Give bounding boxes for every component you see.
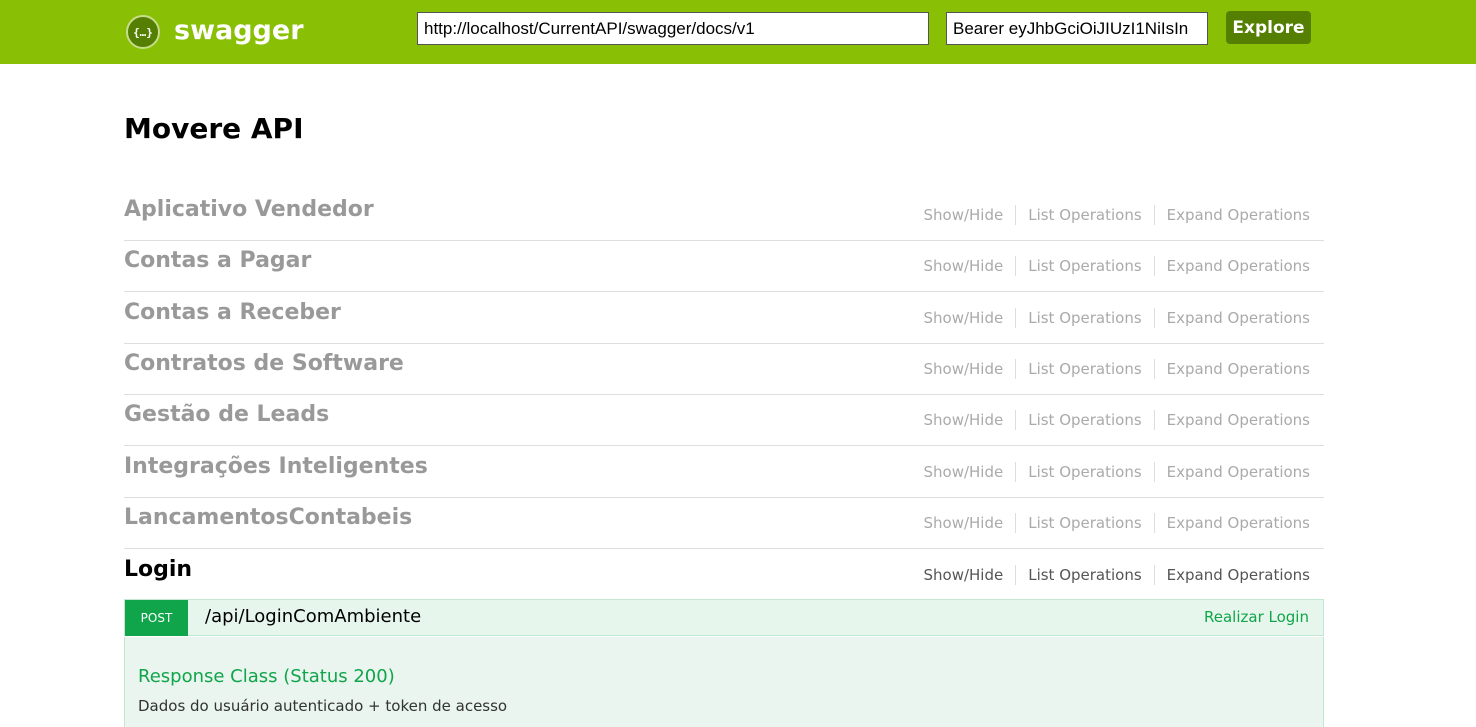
expand-operations-link[interactable]: Expand Operations [1155, 205, 1310, 225]
resource-operations: Show/Hide List Operations Expand Operati… [911, 205, 1310, 225]
resource-contas-a-pagar: Contas a Pagar Show/Hide List Operations… [124, 240, 1324, 292]
show-hide-link[interactable]: Show/Hide [911, 410, 1017, 430]
swagger-logo-icon[interactable]: {…} [126, 15, 160, 49]
resource-name[interactable]: Gestão de Leads [124, 402, 329, 427]
expand-operations-link[interactable]: Expand Operations [1155, 410, 1310, 430]
endpoint-heading[interactable]: POST /api/LoginComAmbiente Realizar Logi… [124, 599, 1324, 636]
resource-name[interactable]: Integrações Inteligentes [124, 454, 428, 479]
resource-gestao-de-leads: Gestão de Leads Show/Hide List Operation… [124, 394, 1324, 446]
resource-name[interactable]: Login [124, 557, 192, 582]
resource-name[interactable]: LancamentosContabeis [124, 505, 412, 530]
endpoint-path[interactable]: /api/LoginComAmbiente [205, 606, 421, 627]
expand-operations-link[interactable]: Expand Operations [1155, 308, 1310, 328]
list-operations-link[interactable]: List Operations [1016, 462, 1155, 482]
api-title: Movere API [124, 112, 304, 145]
resource-contratos-de-software: Contratos de Software Show/Hide List Ope… [124, 343, 1324, 395]
resource-name[interactable]: Contas a Receber [124, 300, 341, 325]
show-hide-link[interactable]: Show/Hide [911, 256, 1017, 276]
expand-operations-link[interactable]: Expand Operations [1155, 565, 1310, 585]
resource-operations: Show/Hide List Operations Expand Operati… [911, 565, 1310, 585]
resource-operations: Show/Hide List Operations Expand Operati… [911, 410, 1310, 430]
spec-url-input[interactable]: http://localhost/CurrentAPI/swagger/docs… [417, 12, 929, 45]
list-operations-link[interactable]: List Operations [1016, 256, 1155, 276]
list-operations-link[interactable]: List Operations [1016, 205, 1155, 225]
http-method-badge[interactable]: POST [125, 600, 188, 636]
resource-login: Login Show/Hide List Operations Expand O… [124, 549, 1324, 600]
expand-operations-link[interactable]: Expand Operations [1155, 359, 1310, 379]
resource-aplicativo-vendedor: Aplicativo Vendedor Show/Hide List Opera… [124, 189, 1324, 241]
list-operations-link[interactable]: List Operations [1016, 513, 1155, 533]
resource-integracoes-inteligentes: Integrações Inteligentes Show/Hide List … [124, 446, 1324, 498]
response-class-heading: Response Class (Status 200) [138, 666, 395, 687]
resource-operations: Show/Hide List Operations Expand Operati… [911, 256, 1310, 276]
list-operations-link[interactable]: List Operations [1016, 410, 1155, 430]
show-hide-link[interactable]: Show/Hide [911, 462, 1017, 482]
resource-operations: Show/Hide List Operations Expand Operati… [911, 462, 1310, 482]
expand-operations-link[interactable]: Expand Operations [1155, 462, 1310, 482]
top-bar: {…} swagger http://localhost/CurrentAPI/… [0, 0, 1476, 64]
response-description: Dados do usuário autenticado + token de … [138, 697, 508, 715]
endpoint-content: Response Class (Status 200) Dados do usu… [124, 637, 1324, 727]
explore-button[interactable]: Explore [1226, 11, 1311, 44]
expand-operations-link[interactable]: Expand Operations [1155, 256, 1310, 276]
endpoint-summary[interactable]: Realizar Login [1204, 608, 1309, 626]
show-hide-link[interactable]: Show/Hide [911, 359, 1017, 379]
resource-name[interactable]: Contas a Pagar [124, 248, 311, 273]
resource-name[interactable]: Aplicativo Vendedor [124, 197, 374, 222]
resource-operations: Show/Hide List Operations Expand Operati… [911, 513, 1310, 533]
show-hide-link[interactable]: Show/Hide [911, 565, 1017, 585]
resource-name[interactable]: Contratos de Software [124, 351, 404, 376]
show-hide-link[interactable]: Show/Hide [911, 308, 1017, 328]
resource-operations: Show/Hide List Operations Expand Operati… [911, 359, 1310, 379]
api-key-input[interactable]: Bearer eyJhbGciOiJIUzI1NiIsIn [946, 12, 1208, 45]
list-operations-link[interactable]: List Operations [1016, 308, 1155, 328]
swagger-logo-text[interactable]: swagger [174, 15, 304, 46]
expand-operations-link[interactable]: Expand Operations [1155, 513, 1310, 533]
show-hide-link[interactable]: Show/Hide [911, 205, 1017, 225]
show-hide-link[interactable]: Show/Hide [911, 513, 1017, 533]
resource-lancamentos-contabeis: LancamentosContabeis Show/Hide List Oper… [124, 497, 1324, 549]
resource-operations: Show/Hide List Operations Expand Operati… [911, 308, 1310, 328]
list-operations-link[interactable]: List Operations [1016, 565, 1155, 585]
resource-contas-a-receber: Contas a Receber Show/Hide List Operatio… [124, 292, 1324, 344]
list-operations-link[interactable]: List Operations [1016, 359, 1155, 379]
